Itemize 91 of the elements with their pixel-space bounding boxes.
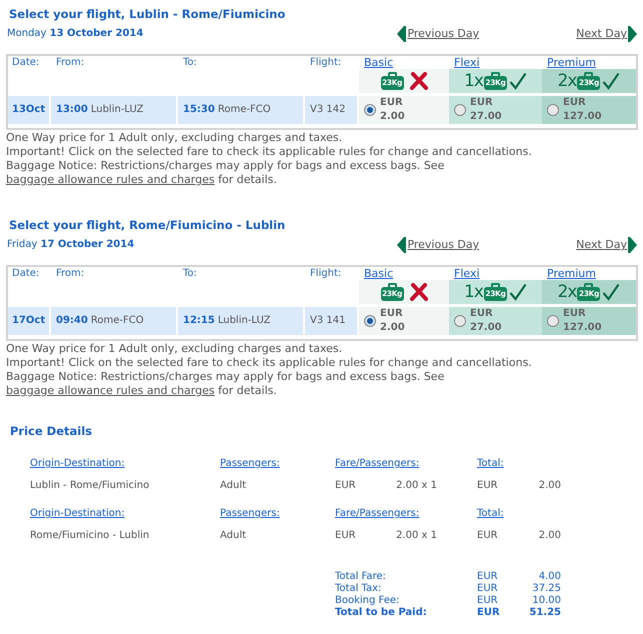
fare-link[interactable]: Premium — [547, 267, 596, 280]
table-cell: 2.00 — [538, 480, 561, 491]
fare-link[interactable]: Premium — [547, 56, 596, 69]
total-currency: EUR — [477, 607, 500, 618]
section-title: Price Details — [9, 423, 93, 439]
total-currency: EUR — [477, 583, 498, 594]
table-cell: EUR — [335, 530, 356, 541]
table-cell: Lublin - Rome/Fiumicino — [30, 480, 150, 491]
table-cell: EUR — [477, 530, 498, 541]
table-cell: 15:30 Rome-FCO — [178, 96, 303, 124]
radio-button[interactable] — [364, 104, 376, 116]
table-cell: Rome/Fiumicino - Lublin — [30, 530, 150, 541]
baggage-count: 2x — [558, 71, 576, 91]
column-header: To: — [183, 57, 197, 68]
total-currency: EUR — [477, 571, 498, 582]
previous-day-link[interactable]: Previous Day — [397, 237, 480, 253]
radio-button[interactable] — [547, 104, 559, 116]
note-text: Important! Click on the selected fare to check its applicable rules for change and cancellations. — [6, 145, 533, 159]
column-header: From: — [56, 268, 84, 279]
table-cell: 2.00 x 1 — [396, 530, 437, 541]
section-title: Select your flight, Rome/Fiumicino - Lublin — [8, 217, 286, 233]
column-header: Flight: — [310, 57, 342, 68]
arrow-right-icon — [628, 26, 637, 42]
fare-price: EUR 127.00 — [563, 96, 602, 124]
column-header-link[interactable]: Fare/Passengers: — [335, 508, 420, 519]
total-amount: 37.25 — [532, 583, 561, 594]
baggage-count: 1x — [464, 282, 483, 302]
column-header: From: — [56, 57, 84, 68]
total-label: Total Tax: — [335, 583, 382, 594]
column-header: Date: — [12, 268, 40, 279]
baggage-rules-link[interactable]: baggage allowance rules and charges — [6, 384, 215, 397]
table-cell: 09:40 Rome-FCO — [51, 307, 176, 335]
table-cell: Adult — [220, 480, 246, 491]
fare-price: EUR 2.00 — [380, 307, 405, 335]
fare-link[interactable]: Basic — [364, 56, 394, 69]
total-amount: 51.25 — [529, 607, 561, 618]
column-header-link[interactable]: Origin-Destination: — [30, 458, 125, 469]
total-amount: 4.00 — [538, 571, 561, 582]
table-cell: 17Oct — [8, 307, 49, 335]
column-header-link[interactable]: Passengers: — [220, 508, 280, 519]
radio-button[interactable] — [454, 315, 466, 327]
arrow-right-icon — [628, 237, 637, 253]
table-cell: EUR — [335, 480, 356, 491]
fare-link[interactable]: Flexi — [454, 56, 480, 69]
table-cell: 13:00 Lublin-LUZ — [51, 96, 176, 124]
fare-price: EUR 127.00 — [563, 307, 602, 335]
column-header-link[interactable]: Passengers: — [220, 458, 280, 469]
total-amount: 10.00 — [532, 595, 561, 606]
baggage-notice: Baggage Notice: Restrictions/charges may apply for bags and excess bags. See baggage allowance rules and charges for details. — [6, 370, 446, 398]
note-text: Important! Click on the selected fare to check its applicable rules for change and cancellations. — [6, 356, 533, 370]
column-header-link[interactable]: Total: — [477, 458, 504, 469]
table-cell: 2.00 — [538, 530, 561, 541]
baggage-rules-link[interactable]: baggage allowance rules and charges — [6, 173, 215, 186]
total-currency: EUR — [477, 595, 498, 606]
note-text: One Way price for 1 Adult only, excluding charges and taxes. — [6, 342, 344, 356]
fare-link[interactable]: Basic — [364, 267, 394, 280]
baggage-count: 2x — [558, 282, 576, 302]
next-day-link[interactable]: Next Day — [576, 237, 637, 253]
table-cell: 12:15 Lublin-LUZ — [178, 307, 303, 335]
note-text: One Way price for 1 Adult only, excluding charges and taxes. — [6, 131, 344, 145]
fare-price: EUR 27.00 — [470, 307, 502, 335]
fare-link[interactable]: Flexi — [454, 267, 480, 280]
fare-price: EUR 2.00 — [380, 96, 405, 124]
arrow-left-icon — [397, 26, 406, 42]
section-title: Select your flight, Lublin - Rome/Fiumicino — [8, 6, 286, 22]
column-header-link[interactable]: Fare/Passengers: — [335, 458, 420, 469]
arrow-left-icon — [397, 237, 406, 253]
total-label: Total to be Paid: — [335, 607, 427, 618]
fare-price: EUR 27.00 — [470, 96, 502, 124]
total-label: Total Fare: — [335, 571, 386, 582]
column-header: Date: — [12, 57, 40, 68]
radio-button[interactable] — [364, 315, 376, 327]
radio-button[interactable] — [547, 315, 559, 327]
table-cell: 2.00 x 1 — [396, 480, 437, 491]
column-header-link[interactable]: Total: — [477, 508, 504, 519]
next-day-link[interactable]: Next Day — [576, 26, 637, 42]
flight-date: Monday 13 October 2014 — [7, 27, 144, 41]
flight-date: Friday 17 October 2014 — [7, 238, 134, 252]
table-cell: 13Oct — [8, 96, 49, 124]
column-header-link[interactable]: Origin-Destination: — [30, 508, 125, 519]
table-cell: V3 142 — [305, 96, 357, 124]
baggage-count: 1x — [464, 71, 483, 91]
total-label: Booking Fee: — [335, 595, 400, 606]
table-cell: Adult — [220, 530, 246, 541]
previous-day-link[interactable]: Previous Day — [397, 26, 480, 42]
radio-button[interactable] — [454, 104, 466, 116]
column-header: Flight: — [310, 268, 342, 279]
table-cell: EUR — [477, 480, 498, 491]
table-cell: V3 141 — [305, 307, 357, 335]
column-header: To: — [183, 268, 197, 279]
baggage-notice: Baggage Notice: Restrictions/charges may apply for bags and excess bags. See baggage allowance rules and charges for details. — [6, 159, 446, 187]
